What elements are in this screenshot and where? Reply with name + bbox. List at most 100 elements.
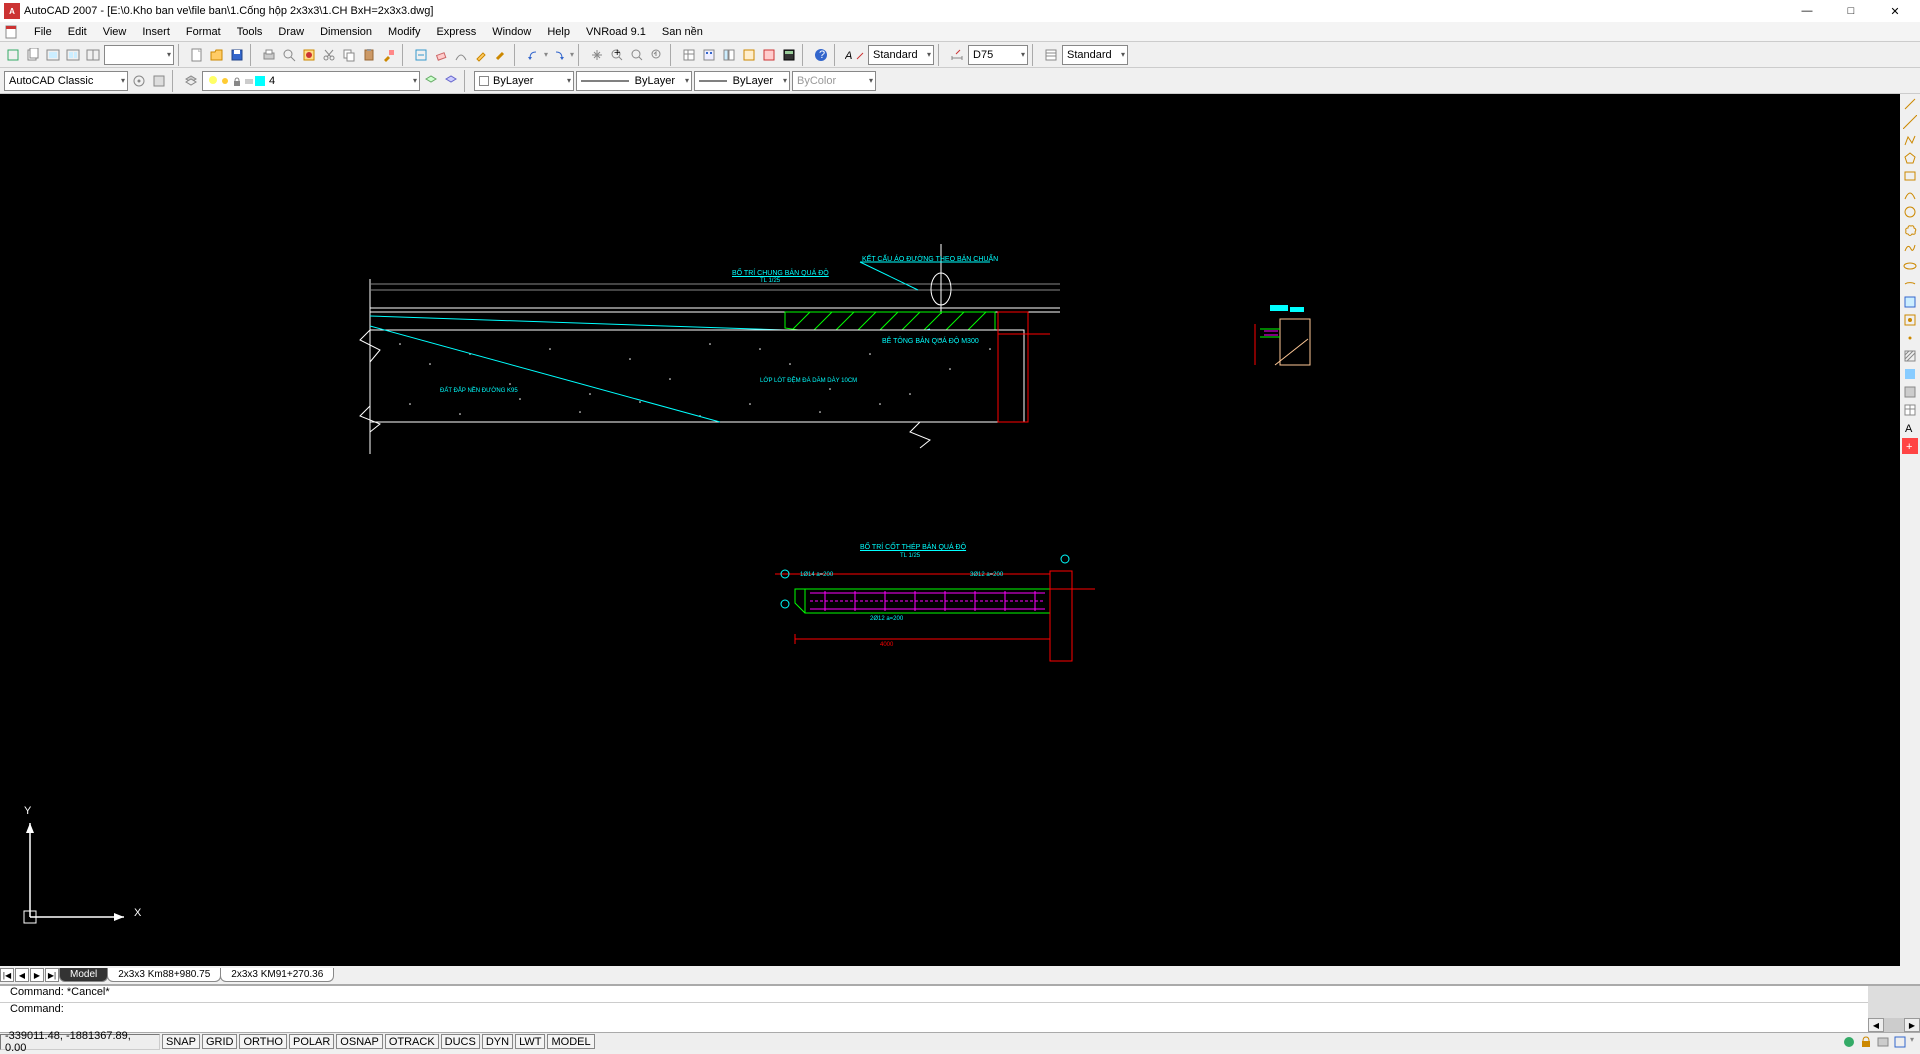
toggle-otrack[interactable]: OTRACK xyxy=(385,1034,439,1049)
paste-icon[interactable] xyxy=(360,46,378,64)
save-icon[interactable] xyxy=(228,46,246,64)
dimstyle-icon[interactable] xyxy=(948,46,966,64)
pline-icon[interactable] xyxy=(1902,132,1918,148)
toggle-osnap[interactable]: OSNAP xyxy=(336,1034,383,1049)
menu-help[interactable]: Help xyxy=(539,26,578,38)
point-icon[interactable] xyxy=(1902,330,1918,346)
help-icon[interactable]: ? xyxy=(812,46,830,64)
pan-icon[interactable] xyxy=(588,46,606,64)
tab-layout-2[interactable]: 2x3x3 KM91+270.36 xyxy=(220,968,334,982)
new-icon[interactable] xyxy=(188,46,206,64)
region-icon[interactable] xyxy=(1902,384,1918,400)
pedit-icon[interactable] xyxy=(452,46,470,64)
layer-select[interactable]: 4 xyxy=(202,71,420,91)
tab-nav-last[interactable]: ▶| xyxy=(45,968,59,982)
preview-icon[interactable] xyxy=(280,46,298,64)
menu-vnroad[interactable]: VNRoad 9.1 xyxy=(578,26,654,38)
menu-file[interactable]: File xyxy=(26,26,60,38)
menu-insert[interactable]: Insert xyxy=(134,26,178,38)
menu-tools[interactable]: Tools xyxy=(229,26,271,38)
tray-cleanscreen-icon[interactable] xyxy=(1893,1035,1907,1049)
insert-icon[interactable] xyxy=(1902,294,1918,310)
menu-draw[interactable]: Draw xyxy=(270,26,312,38)
toggle-dyn[interactable]: DYN xyxy=(482,1034,513,1049)
table-icon[interactable] xyxy=(1902,402,1918,418)
toggle-polar[interactable]: POLAR xyxy=(289,1034,334,1049)
viewport-scale-select[interactable] xyxy=(104,45,174,65)
sheetset-icon[interactable] xyxy=(24,46,42,64)
redo-icon[interactable] xyxy=(550,46,568,64)
ellipse-icon[interactable] xyxy=(1902,258,1918,274)
spline-icon[interactable] xyxy=(1902,240,1918,256)
toggle-grid[interactable]: GRID xyxy=(202,1034,238,1049)
tab-nav-first[interactable]: |◀ xyxy=(0,968,14,982)
drawing-canvas[interactable]: BỐ TRÍ CHUNG BẢN QUÁ ĐỘ TL 1/25 KẾT CẤU … xyxy=(0,94,1900,966)
gradient-icon[interactable] xyxy=(1902,366,1918,382)
designcenter-icon[interactable] xyxy=(700,46,718,64)
viewport-icon[interactable] xyxy=(84,46,102,64)
block-icon[interactable] xyxy=(1902,312,1918,328)
workspace-lock-icon[interactable] xyxy=(150,72,168,90)
zoom-realtime-icon[interactable]: + xyxy=(608,46,626,64)
maximize-button[interactable]: □ xyxy=(1838,2,1864,20)
toggle-snap[interactable]: SNAP xyxy=(162,1034,200,1049)
menu-view[interactable]: View xyxy=(95,26,135,38)
sheetsetmgr-icon[interactable] xyxy=(740,46,758,64)
plotstyle-select[interactable]: ByColor xyxy=(792,71,876,91)
blockeditor-icon[interactable] xyxy=(412,46,430,64)
toggle-ducs[interactable]: DUCS xyxy=(441,1034,480,1049)
tablestyle-select[interactable]: Standard xyxy=(1062,45,1128,65)
qnew-icon[interactable] xyxy=(4,46,22,64)
arc-icon[interactable] xyxy=(1902,186,1918,202)
circle-icon[interactable] xyxy=(1902,204,1918,220)
minimize-button[interactable]: — xyxy=(1794,2,1820,20)
brush-icon[interactable] xyxy=(492,46,510,64)
cut-icon[interactable] xyxy=(320,46,338,64)
tab-nav-next[interactable]: ▶ xyxy=(30,968,44,982)
markup-icon[interactable] xyxy=(760,46,778,64)
menu-dimension[interactable]: Dimension xyxy=(312,26,380,38)
tray-commcenter-icon[interactable] xyxy=(1842,1035,1856,1049)
mtext-icon[interactable]: A xyxy=(1902,420,1918,436)
menu-window[interactable]: Window xyxy=(484,26,539,38)
layer-previous-icon[interactable] xyxy=(422,72,440,90)
toggle-lwt[interactable]: LWT xyxy=(515,1034,545,1049)
menu-sannen[interactable]: San nền xyxy=(654,26,711,38)
layout2-icon[interactable] xyxy=(64,46,82,64)
zoom-previous-icon[interactable] xyxy=(648,46,666,64)
hatch-icon[interactable] xyxy=(1902,348,1918,364)
quickcalc-icon[interactable] xyxy=(780,46,798,64)
tray-lock-icon[interactable] xyxy=(1859,1035,1873,1049)
tray-toolbar-icon[interactable] xyxy=(1876,1035,1890,1049)
textstyle-select[interactable]: Standard xyxy=(868,45,934,65)
layout-icon[interactable] xyxy=(44,46,62,64)
toggle-ortho[interactable]: ORTHO xyxy=(239,1034,287,1049)
xline-icon[interactable] xyxy=(1902,114,1918,130)
copy-icon[interactable] xyxy=(340,46,358,64)
zoom-window-icon[interactable] xyxy=(628,46,646,64)
layermgr-icon[interactable] xyxy=(182,72,200,90)
line-icon[interactable] xyxy=(1902,96,1918,112)
close-button[interactable]: ✕ xyxy=(1882,2,1908,20)
paint-icon[interactable] xyxy=(472,46,490,64)
dimstyle-select[interactable]: D75 xyxy=(968,45,1028,65)
toolpalettes-icon[interactable] xyxy=(720,46,738,64)
layer-states-icon[interactable] xyxy=(442,72,460,90)
textstyle-icon[interactable]: A xyxy=(844,46,866,64)
menu-modify[interactable]: Modify xyxy=(380,26,428,38)
tab-nav-prev[interactable]: ◀ xyxy=(15,968,29,982)
erase-icon[interactable] xyxy=(432,46,450,64)
menu-express[interactable]: Express xyxy=(428,26,484,38)
lineweight-select[interactable]: ByLayer xyxy=(694,71,790,91)
polygon-icon[interactable] xyxy=(1902,150,1918,166)
tablestyle-icon[interactable] xyxy=(1042,46,1060,64)
plot-icon[interactable] xyxy=(260,46,278,64)
coordinates[interactable]: -339011.48, -1881367.89, 0.00 xyxy=(0,1034,160,1050)
scroll-left-icon[interactable]: ◀ xyxy=(1868,1018,1884,1032)
linetype-select[interactable]: ByLayer xyxy=(576,71,692,91)
workspace-select[interactable]: AutoCAD Classic xyxy=(4,71,128,91)
scroll-right-icon[interactable]: ▶ xyxy=(1904,1018,1920,1032)
toggle-model[interactable]: MODEL xyxy=(547,1034,594,1049)
command-window[interactable]: Command: *Cancel* Command: ◀ ▶ xyxy=(0,984,1920,1032)
menu-format[interactable]: Format xyxy=(178,26,229,38)
